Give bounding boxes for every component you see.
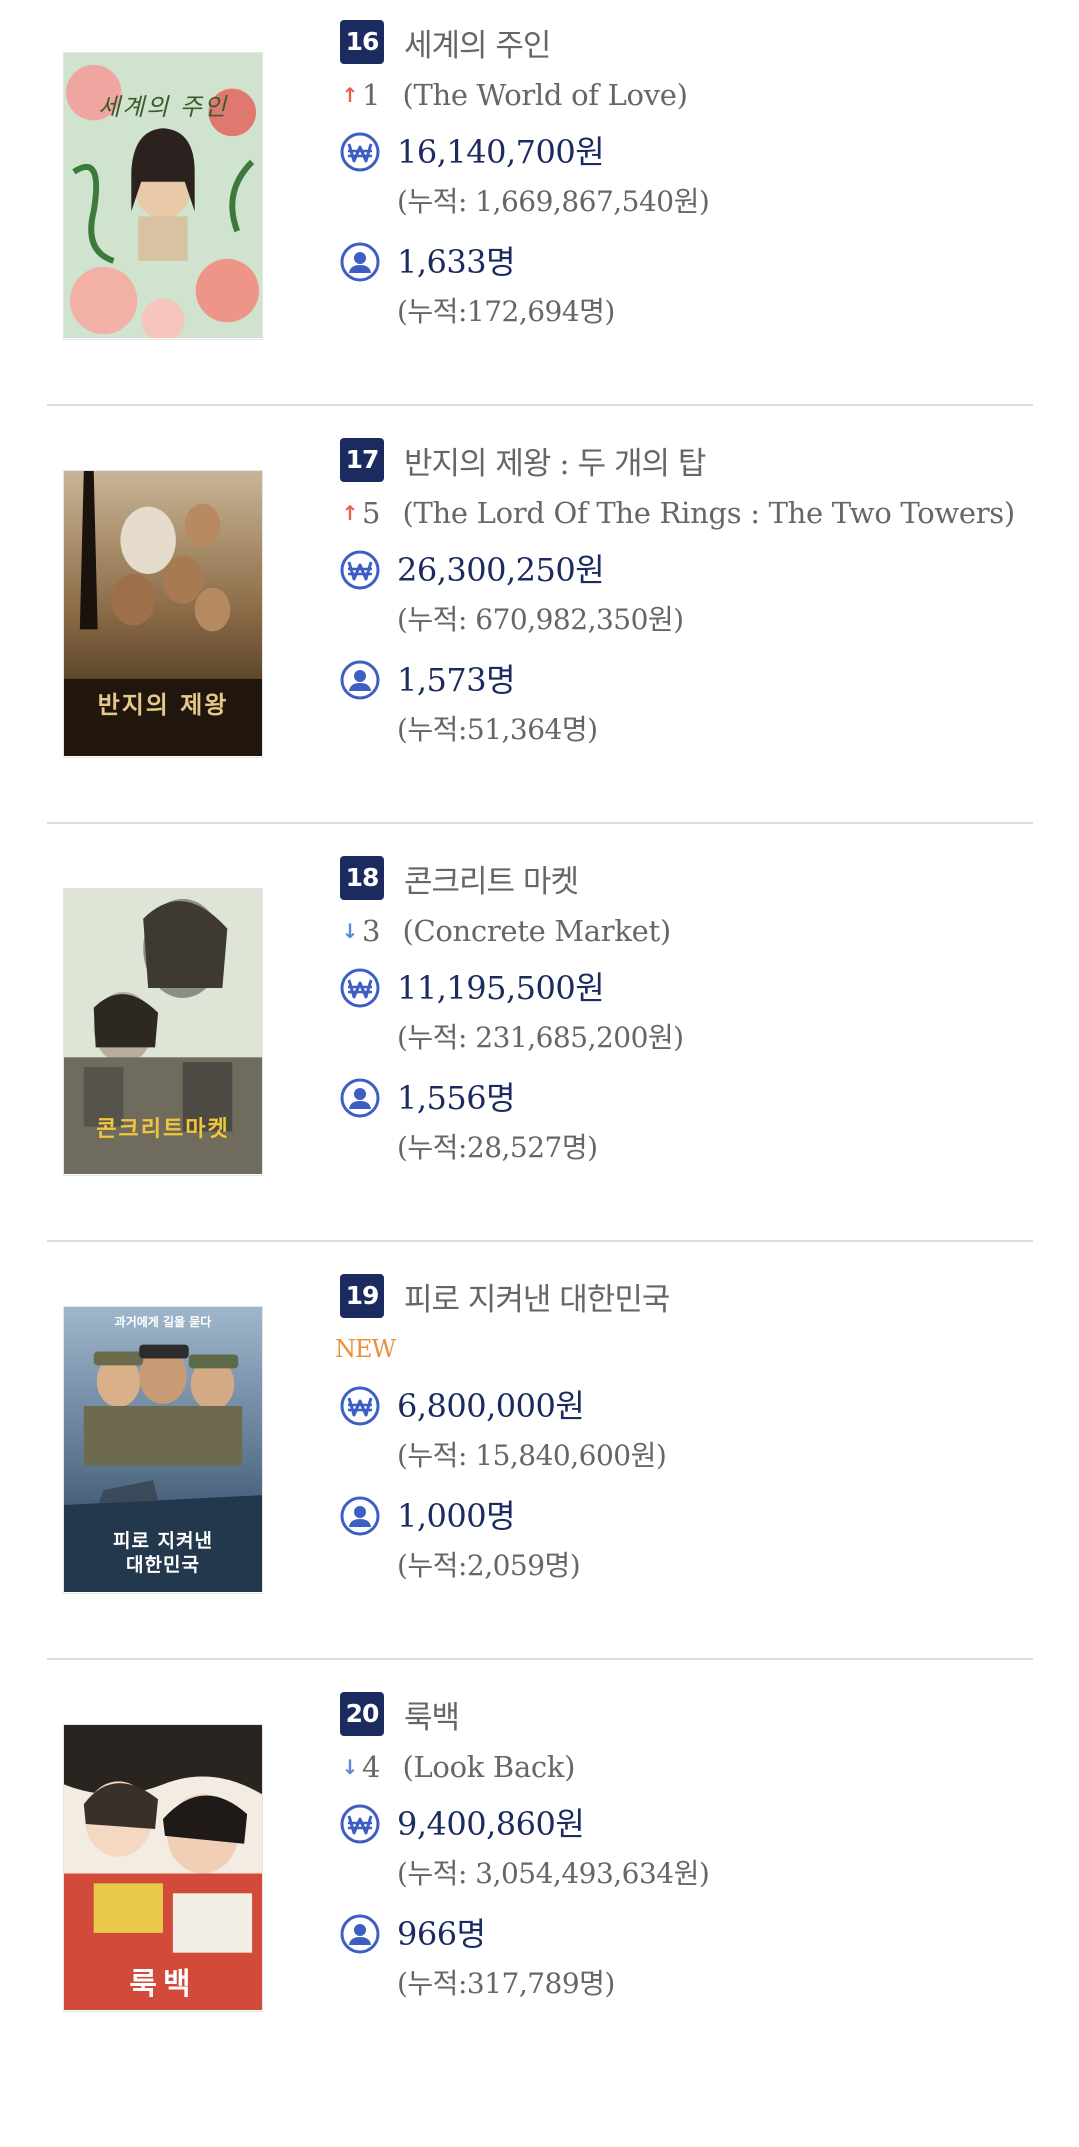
poster-title: 룩백 <box>129 1967 197 2002</box>
movie-title[interactable]: 룩백 <box>404 1692 460 1737</box>
movie-item[interactable]: 과거에게 길을 묻다 피로 지켜낸 대한민국 19 피로 지켜낸 대한민국 NE… <box>0 1254 1079 1672</box>
cumulative-revenue: (누적: 231,685,200원) <box>397 1021 684 1054</box>
movie-poster[interactable]: 과거에게 길을 묻다 피로 지켜낸 대한민국 <box>63 1306 263 1594</box>
cumulative-revenue: (누적: 15,840,600원) <box>397 1439 667 1472</box>
person-icon <box>340 242 380 282</box>
poster-title: 반지의 제왕 <box>97 691 229 719</box>
audience-stat: 1,000명 (누적:2,059명) <box>340 1492 1039 1588</box>
audience-stat: 966명 (누적:317,789명) <box>340 1910 1039 2006</box>
movie-title[interactable]: 콘크리트 마켓 <box>404 856 579 901</box>
movie-info: 19 피로 지켜낸 대한민국 NEW 6,800,000원 (누적: 15,84… <box>335 1274 1039 1588</box>
rank-badge: 18 <box>340 856 384 900</box>
won-icon <box>340 968 380 1008</box>
daily-revenue: 11,195,500원 <box>397 969 605 1007</box>
movie-title[interactable]: 피로 지켜낸 대한민국 <box>404 1274 670 1319</box>
rank-up-icon: ↑ <box>341 83 359 107</box>
movie-info: 16 세계의 주인 ↑ 1 (The World of Love) 16,140… <box>340 20 1039 334</box>
daily-revenue: 16,140,700원 <box>397 133 605 171</box>
daily-audience: 1,556명 <box>397 1079 516 1117</box>
cumulative-revenue: (누적: 1,669,867,540원) <box>397 185 710 218</box>
movie-title[interactable]: 세계의 주인 <box>404 20 551 65</box>
divider <box>47 822 1033 824</box>
cumulative-revenue: (누적: 3,054,493,634원) <box>397 1857 710 1890</box>
daily-revenue: 26,300,250원 <box>397 551 605 589</box>
movie-title-en: (Concrete Market) <box>402 914 671 948</box>
daily-audience: 1,633명 <box>397 243 516 281</box>
movie-poster[interactable]: 룩백 <box>63 1724 263 2012</box>
revenue-stat: 9,400,860원 (누적: 3,054,493,634원) <box>340 1800 1039 1896</box>
audience-stat: 1,633명 (누적:172,694명) <box>340 238 1039 334</box>
won-icon <box>340 1804 380 1844</box>
rank-change: 1 <box>362 78 381 112</box>
won-icon <box>340 1386 380 1426</box>
movie-poster[interactable]: 세계의 주인 <box>63 52 263 340</box>
movie-info: 17 반지의 제왕 : 두 개의 탑 ↑ 5 (The Lord Of The … <box>340 438 1039 752</box>
movie-poster[interactable]: 반지의 제왕 <box>63 470 263 758</box>
poster-title: 콘크리트마켓 <box>96 1117 230 1142</box>
rank-badge: 20 <box>340 1692 384 1736</box>
daily-revenue: 6,800,000원 <box>397 1387 585 1425</box>
person-icon <box>340 1078 380 1118</box>
cumulative-audience: (누적:172,694명) <box>397 295 615 328</box>
rank-change: 4 <box>362 1750 381 1784</box>
rank-down-icon: ↓ <box>341 1755 359 1779</box>
cumulative-audience: (누적:317,789명) <box>397 1967 615 2000</box>
divider <box>47 404 1033 406</box>
revenue-stat: 11,195,500원 (누적: 231,685,200원) <box>340 964 1039 1060</box>
movie-item[interactable]: 룩백 20 룩백 ↓ 4 (Look Back) 9,400,860원 (누적:… <box>0 1672 1079 2147</box>
divider <box>47 1240 1033 1242</box>
rank-badge: 16 <box>340 20 384 64</box>
movie-item[interactable]: 콘크리트마켓 18 콘크리트 마켓 ↓ 3 (Concrete Market) … <box>0 836 1079 1254</box>
poster-tagline: 과거에게 길을 묻다 <box>114 1315 212 1329</box>
movie-poster[interactable]: 콘크리트마켓 <box>63 888 263 1176</box>
person-icon <box>340 660 380 700</box>
box-office-list: 세계의 주인 16 세계의 주인 ↑ 1 (The World of Love)… <box>0 0 1079 2147</box>
movie-item[interactable]: 세계의 주인 16 세계의 주인 ↑ 1 (The World of Love)… <box>0 0 1079 418</box>
rank-badge: 19 <box>340 1274 384 1318</box>
movie-item[interactable]: 반지의 제왕 17 반지의 제왕 : 두 개의 탑 ↑ 5 (The Lord … <box>0 418 1079 836</box>
rank-change: 3 <box>362 914 381 948</box>
cumulative-revenue: (누적: 670,982,350원) <box>397 603 684 636</box>
revenue-stat: 6,800,000원 (누적: 15,840,600원) <box>340 1382 1039 1478</box>
movie-title-en: (The World of Love) <box>402 78 688 112</box>
won-icon <box>340 550 380 590</box>
person-icon <box>340 1496 380 1536</box>
cumulative-audience: (누적:51,364명) <box>397 713 598 746</box>
movie-title[interactable]: 반지의 제왕 : 두 개의 탑 <box>404 438 706 483</box>
cumulative-audience: (누적:2,059명) <box>397 1549 581 1582</box>
revenue-stat: 16,140,700원 (누적: 1,669,867,540원) <box>340 128 1039 224</box>
movie-title-en: (Look Back) <box>402 1750 576 1784</box>
daily-audience: 1,573명 <box>397 661 516 699</box>
rank-change: 5 <box>362 496 381 530</box>
revenue-stat: 26,300,250원 (누적: 670,982,350원) <box>340 546 1039 642</box>
movie-info: 20 룩백 ↓ 4 (Look Back) 9,400,860원 (누적: 3,… <box>340 1692 1039 2006</box>
daily-audience: 966명 <box>397 1915 486 1953</box>
cumulative-audience: (누적:28,527명) <box>397 1131 598 1164</box>
divider <box>47 1658 1033 1660</box>
movie-info: 18 콘크리트 마켓 ↓ 3 (Concrete Market) 11,195,… <box>340 856 1039 1170</box>
daily-audience: 1,000명 <box>397 1497 516 1535</box>
rank-badge: 17 <box>340 438 384 482</box>
poster-title: 세계의 주인 <box>97 93 229 121</box>
rank-up-icon: ↑ <box>341 501 359 525</box>
audience-stat: 1,573명 (누적:51,364명) <box>340 656 1039 752</box>
won-icon <box>340 132 380 172</box>
movie-title-en: (The Lord Of The Rings : The Two Towers) <box>402 496 1015 530</box>
poster-title: 피로 지켜낸 대한민국 <box>112 1530 213 1576</box>
person-icon <box>340 1914 380 1954</box>
audience-stat: 1,556명 (누적:28,527명) <box>340 1074 1039 1170</box>
new-badge: NEW <box>335 1335 396 1363</box>
daily-revenue: 9,400,860원 <box>397 1805 585 1843</box>
rank-down-icon: ↓ <box>341 919 359 943</box>
